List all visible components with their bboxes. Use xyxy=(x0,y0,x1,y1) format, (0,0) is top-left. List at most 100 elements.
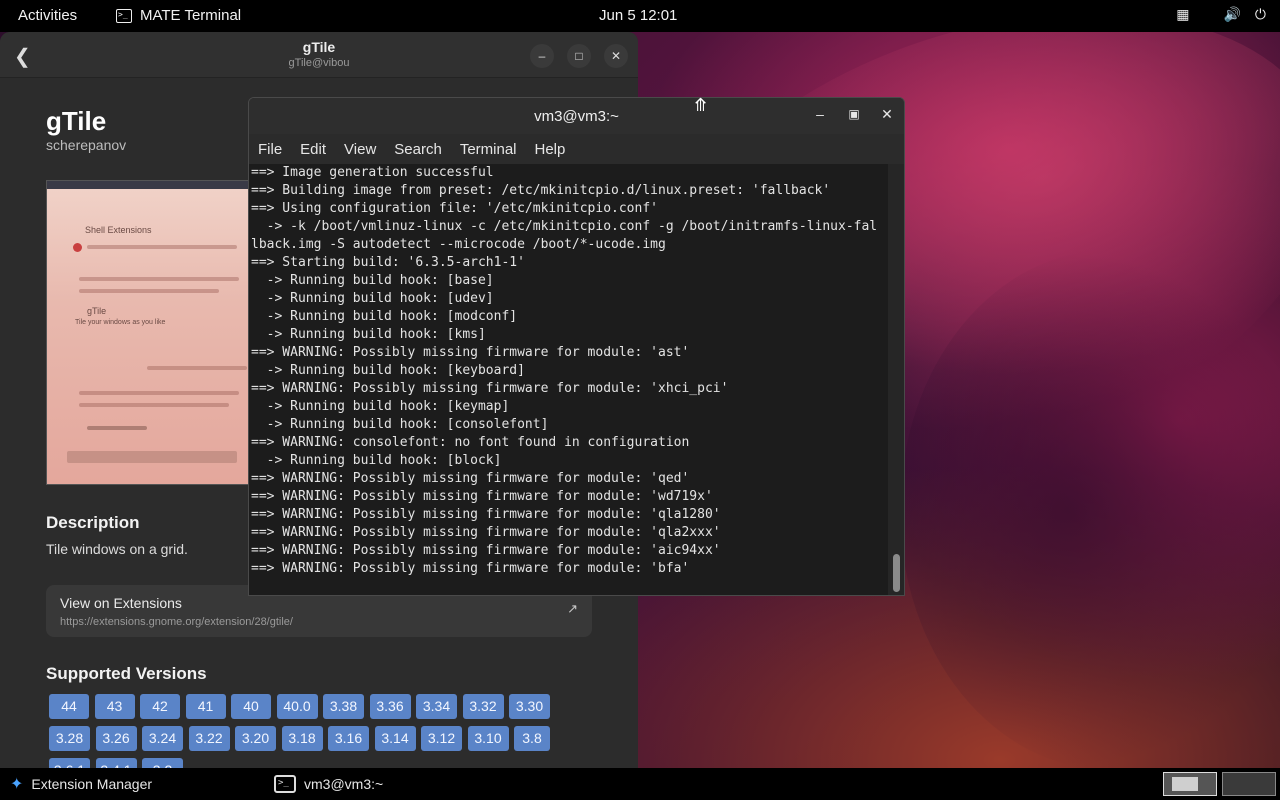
maximize-button[interactable]: ▣ xyxy=(844,107,864,121)
taskbar-item-extension-manager[interactable]: ✦ Extension Manager xyxy=(10,768,152,800)
window-headerbar: ❮ gTile gTile@vibou – □ ✕ xyxy=(0,32,638,78)
menu-item-help[interactable]: Help xyxy=(535,141,566,158)
terminal-scrollbar[interactable] xyxy=(888,164,904,595)
terminal-line: -> Running build hook: [base] xyxy=(251,273,494,288)
app-menu-label: MATE Terminal xyxy=(140,7,242,24)
terminal-line: ==> WARNING: Possibly missing firmware f… xyxy=(251,525,721,540)
window-switch-icon[interactable]: ▦ xyxy=(1176,6,1189,23)
version-chip: 40 xyxy=(231,694,271,719)
terminal-line: ==> WARNING: Possibly missing firmware f… xyxy=(251,381,729,396)
screenshot-text-line xyxy=(147,366,247,370)
terminal-icon: >_ xyxy=(116,8,132,23)
version-chip: 3.30 xyxy=(509,694,550,719)
supported-versions-heading: Supported Versions xyxy=(46,664,207,683)
link-title: View on Extensions xyxy=(60,595,182,611)
terminal-line: ==> Using configuration file: '/etc/mkin… xyxy=(251,201,658,216)
close-button[interactable]: ✕ xyxy=(604,44,628,68)
screenshot-text-line xyxy=(79,391,239,395)
screenshot-text-line xyxy=(79,289,219,293)
workspace-window-preview xyxy=(1172,777,1198,791)
menu-item-view[interactable]: View xyxy=(344,141,376,158)
version-chip: 3.28 xyxy=(49,726,90,751)
version-chip: 3.34 xyxy=(416,694,457,719)
scrollbar-thumb[interactable] xyxy=(893,554,900,592)
version-chip: 3.24 xyxy=(142,726,183,751)
version-chip: 3.4.1 xyxy=(95,758,137,768)
workspace-1[interactable] xyxy=(1163,772,1217,796)
terminal-menubar: File Edit View Search Terminal Help xyxy=(249,134,904,164)
screenshot-site-title: Shell Extensions xyxy=(85,225,152,235)
version-chip: 3.10 xyxy=(467,726,509,751)
system-tray[interactable]: ▦ 🔊 ⏻ xyxy=(1176,6,1266,23)
taskbar-item-terminal[interactable]: >_ vm3@vm3:~ xyxy=(274,768,383,800)
menu-item-edit[interactable]: Edit xyxy=(300,141,326,158)
version-chip: 3.8 xyxy=(514,726,550,751)
maximize-button[interactable]: □ xyxy=(567,44,591,68)
menu-item-terminal[interactable]: Terminal xyxy=(460,141,517,158)
version-chip: 3.26 xyxy=(95,726,137,751)
screenshot-caption: Tile your windows as you like xyxy=(75,319,166,326)
terminal-line: ==> WARNING: Possibly missing firmware f… xyxy=(251,507,721,522)
mouse-cursor-icon: ⤊ xyxy=(693,95,709,115)
screenshot-button xyxy=(87,426,147,430)
terminal-line: ==> WARNING: consolefont: no font found … xyxy=(251,435,690,450)
screenshot-alert-icon xyxy=(73,243,82,252)
terminal-line: -> -k /boot/vmlinuz-linux -c /etc/mkinit… xyxy=(251,219,878,234)
terminal-line: ==> WARNING: Possibly missing firmware f… xyxy=(251,345,690,360)
terminal-line: -> Running build hook: [kms] xyxy=(251,327,486,342)
app-menu-button[interactable]: >_ MATE Terminal xyxy=(116,7,241,24)
clock[interactable]: Jun 5 12:01 xyxy=(599,7,677,24)
version-chip: 41 xyxy=(185,694,226,719)
version-chip: 3.22 xyxy=(188,726,230,751)
screenshot-illustration xyxy=(67,451,237,463)
terminal-line: lback.img -S autodetect --microcode /boo… xyxy=(251,237,666,252)
terminal-line: ==> WARNING: Possibly missing firmware f… xyxy=(251,489,713,504)
terminal-line: ==> Building image from preset: /etc/mki… xyxy=(251,183,831,198)
screenshot-heading: gTile xyxy=(87,306,107,316)
terminal-title: vm3@vm3:~ xyxy=(534,108,619,125)
version-chip: 3.2 xyxy=(142,758,183,768)
extension-screenshot[interactable]: Shell Extensions gTile Tile your windows… xyxy=(46,180,256,485)
link-url: https://extensions.gnome.org/extension/2… xyxy=(60,616,293,628)
version-chip: 3.14 xyxy=(374,726,416,751)
workspace-2[interactable] xyxy=(1222,772,1276,796)
terminal-line: ==> WARNING: Possibly missing firmware f… xyxy=(251,561,690,576)
terminal-line: ==> WARNING: Possibly missing firmware f… xyxy=(251,543,721,558)
menu-item-search[interactable]: Search xyxy=(394,141,442,158)
terminal-line: -> Running build hook: [udev] xyxy=(251,291,494,306)
volume-icon[interactable]: 🔊 xyxy=(1223,6,1240,23)
screenshot-browser-bar xyxy=(47,181,255,189)
version-chip: 3.16 xyxy=(328,726,369,751)
terminal-line: ==> WARNING: Possibly missing firmware f… xyxy=(251,471,690,486)
minimize-button[interactable]: – xyxy=(530,44,554,68)
puzzle-icon: ✦ xyxy=(10,776,24,793)
taskbar-item-label: vm3@vm3:~ xyxy=(304,776,384,792)
version-chip: 43 xyxy=(94,694,135,719)
power-icon[interactable]: ⏻ xyxy=(1255,6,1266,23)
version-chip: 3.36 xyxy=(369,694,411,719)
description-heading: Description xyxy=(46,513,140,532)
minimize-button[interactable]: – xyxy=(810,106,830,122)
terminal-text: ==> Image generation successful ==> Build… xyxy=(251,164,877,578)
extension-author[interactable]: scherepanov xyxy=(46,137,126,153)
version-chip: 3.32 xyxy=(462,694,504,719)
menu-item-file[interactable]: File xyxy=(258,141,282,158)
terminal-output[interactable]: ==> Image generation successful ==> Build… xyxy=(249,164,889,595)
terminal-line: ==> Image generation successful xyxy=(251,165,494,180)
version-chip: 3.18 xyxy=(281,726,323,751)
terminal-line: -> Running build hook: [consolefont] xyxy=(251,417,549,432)
terminal-line: -> Running build hook: [modconf] xyxy=(251,309,518,324)
close-button[interactable]: ✕ xyxy=(877,106,897,123)
screenshot-text-line xyxy=(87,245,237,249)
bottom-taskbar: ✦ Extension Manager >_ vm3@vm3:~ xyxy=(0,768,1280,800)
activities-button[interactable]: Activities xyxy=(18,7,77,24)
external-link-icon: ↗ xyxy=(567,601,578,616)
terminal-window: vm3@vm3:~ – ▣ ✕ File Edit View Search Termin… xyxy=(248,97,905,596)
version-chip: 3.6.1 xyxy=(49,758,90,768)
version-chip: 3.12 xyxy=(421,726,462,751)
terminal-icon: >_ xyxy=(274,775,296,793)
extension-name: gTile xyxy=(46,106,107,136)
version-chip: 44 xyxy=(49,694,89,719)
description-text: Tile windows on a grid. xyxy=(46,541,188,557)
terminal-titlebar[interactable]: vm3@vm3:~ – ▣ ✕ xyxy=(249,98,904,134)
